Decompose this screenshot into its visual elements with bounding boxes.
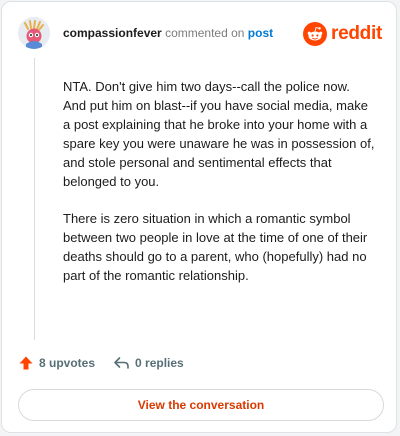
upvotes-count: 8 upvotes	[39, 356, 96, 370]
post-link[interactable]: post	[248, 26, 273, 40]
username-link[interactable]: compassionfever	[63, 26, 162, 40]
thread-line	[34, 58, 35, 340]
comment-paragraph: NTA. Don't give him two days--call the p…	[63, 79, 375, 189]
reddit-alien-icon	[303, 22, 328, 46]
reddit-brand[interactable]: reddit	[303, 22, 382, 46]
comment-actions: 8 upvotes 0 replies	[18, 355, 184, 371]
replies-count: 0 replies	[135, 356, 184, 370]
upvote-button[interactable]: 8 upvotes	[18, 355, 95, 371]
upvote-arrow-icon	[18, 355, 34, 371]
reddit-wordmark: reddit	[331, 23, 382, 44]
avatar-illustration-icon	[18, 17, 50, 49]
header-action-text: commented on	[165, 26, 245, 40]
reply-arrow-icon	[113, 355, 130, 371]
comment-header: compassionfever commented on post	[63, 26, 273, 40]
view-conversation-button[interactable]: View the conversation	[18, 389, 384, 421]
comment-body: NTA. Don't give him two days--call the p…	[63, 77, 375, 303]
comment-paragraph: There is zero situation in which a roman…	[63, 211, 368, 283]
embedded-comment-card: compassionfever commented on post reddit…	[1, 1, 397, 433]
replies-button[interactable]: 0 replies	[113, 355, 184, 371]
user-avatar[interactable]	[18, 17, 50, 49]
